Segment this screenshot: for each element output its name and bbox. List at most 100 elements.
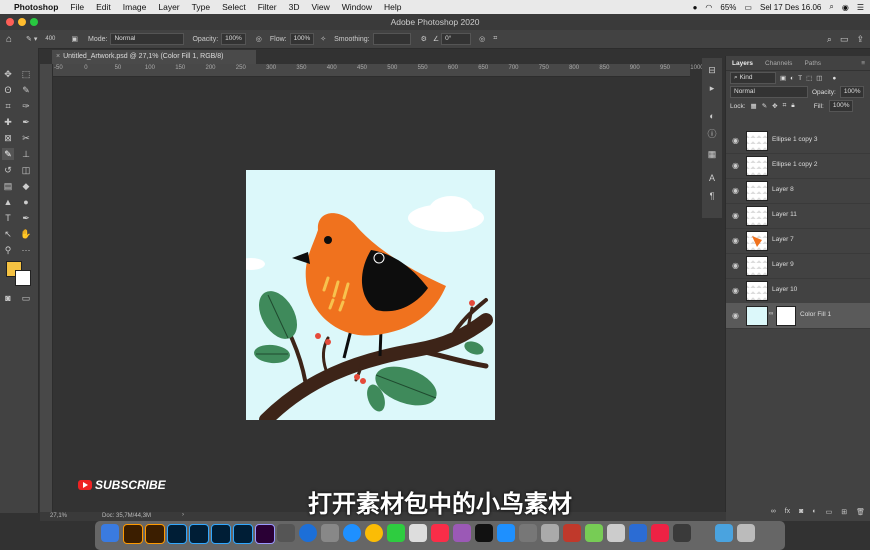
visibility-eye-icon[interactable]: ◉ bbox=[732, 286, 739, 295]
app-store-icon[interactable] bbox=[497, 524, 515, 542]
info-panel-icon[interactable]: ⓘ bbox=[706, 128, 718, 140]
path-select-icon[interactable]: ↖ bbox=[2, 228, 14, 240]
pressure-opacity-icon[interactable]: ◎ bbox=[256, 35, 262, 43]
hand-tool-icon[interactable]: ✋ bbox=[20, 228, 32, 240]
preview-icon[interactable] bbox=[607, 524, 625, 542]
search-icon[interactable]: ⌕ bbox=[829, 2, 833, 12]
filter-smart-icon[interactable]: ◫ bbox=[816, 74, 822, 82]
safari-icon[interactable] bbox=[343, 524, 361, 542]
photoshop-icon[interactable] bbox=[167, 524, 187, 544]
menu-layer[interactable]: Layer bbox=[158, 2, 179, 12]
healing-brush-icon[interactable]: ✚ bbox=[2, 116, 14, 128]
brush-preset-icon[interactable]: ✎ ▾ bbox=[26, 35, 37, 43]
lock-paint-icon[interactable]: ✎ bbox=[762, 102, 767, 110]
filter-type-icon[interactable]: T bbox=[798, 75, 802, 82]
wifi-icon[interactable]: ◠ bbox=[705, 3, 712, 12]
layer-style-icon[interactable]: fx bbox=[785, 508, 790, 521]
mail-icon[interactable] bbox=[629, 524, 647, 542]
visibility-eye-icon[interactable]: ◉ bbox=[732, 236, 739, 245]
visibility-eye-icon[interactable]: ◉ bbox=[732, 211, 739, 220]
system-preferences-icon[interactable] bbox=[519, 524, 537, 542]
filter-shape-icon[interactable]: ⬚ bbox=[806, 74, 812, 82]
swatches-panel-icon[interactable]: ▦ bbox=[706, 148, 718, 160]
delete-layer-icon[interactable]: 🗑︎ bbox=[856, 508, 865, 521]
creative-cloud-icon[interactable] bbox=[651, 524, 669, 542]
sharpen-icon[interactable]: ▲ bbox=[2, 196, 14, 208]
menu-view[interactable]: View bbox=[311, 2, 329, 12]
gradient-icon[interactable]: ▤ bbox=[2, 180, 14, 192]
angle-icon[interactable]: ∠ bbox=[433, 35, 439, 43]
airbrush-icon[interactable]: ✧ bbox=[320, 35, 326, 43]
brush-panel-icon[interactable]: ▣ bbox=[71, 35, 78, 43]
crop-tool-icon[interactable]: ⌗ bbox=[2, 100, 14, 112]
filter-pixel-icon[interactable]: ▣ bbox=[780, 74, 786, 82]
opacity-input[interactable]: 100% bbox=[221, 33, 246, 45]
layer-row[interactable]: ◉ Ellipse 1 copy 3 bbox=[726, 128, 870, 154]
clock[interactable]: Sel 17 Des 16.06 bbox=[760, 3, 821, 12]
menu-edit[interactable]: Edit bbox=[96, 2, 111, 12]
layer-filter-select[interactable]: ⌕ Kind bbox=[730, 72, 776, 84]
battery-percent[interactable]: 65% bbox=[720, 3, 736, 12]
menu-file[interactable]: File bbox=[70, 2, 84, 12]
frame-tool-icon[interactable]: ⊠ bbox=[2, 132, 14, 144]
brush-tool-icon[interactable]: ✎ bbox=[2, 148, 14, 160]
menu-3d[interactable]: 3D bbox=[289, 2, 300, 12]
settings-gear-icon[interactable]: ⚙ bbox=[421, 35, 427, 43]
chrome-icon[interactable] bbox=[365, 524, 383, 542]
pressure-size-icon[interactable]: ◎ bbox=[479, 35, 485, 43]
close-doc-icon[interactable]: × bbox=[56, 53, 60, 60]
smoothing-input[interactable] bbox=[372, 33, 411, 45]
layer-row[interactable]: ◉ Layer 10 bbox=[726, 278, 870, 304]
android-icon[interactable] bbox=[585, 524, 603, 542]
layer-row[interactable]: ◉ Layer 8 bbox=[726, 178, 870, 204]
layer-row[interactable]: ◉ Layer 11 bbox=[726, 203, 870, 229]
brush-size[interactable]: 400 bbox=[45, 36, 55, 42]
symmetry-icon[interactable]: ⌗ bbox=[493, 35, 497, 43]
type-tool-icon[interactable]: T bbox=[2, 212, 14, 224]
link-layers-icon[interactable]: ∞ bbox=[771, 508, 776, 521]
marquee-tool-icon[interactable]: ⬚ bbox=[20, 68, 32, 80]
eraser-icon[interactable]: ◫ bbox=[20, 164, 32, 176]
menu-app-name[interactable]: Photoshop bbox=[14, 2, 58, 12]
eyedropper-icon[interactable]: ✑ bbox=[20, 100, 32, 112]
patch-icon[interactable]: ✂ bbox=[20, 132, 32, 144]
filter-adjust-icon[interactable]: ◐ bbox=[790, 75, 794, 82]
menu-filter[interactable]: Filter bbox=[258, 2, 277, 12]
workspace-icon[interactable]: ▭ bbox=[840, 34, 849, 45]
siri-icon[interactable]: ◉ bbox=[842, 3, 849, 12]
doc-info[interactable]: Doc: 35,7M/44,3M bbox=[102, 513, 151, 519]
menu-window[interactable]: Window bbox=[342, 2, 372, 12]
podcasts-icon[interactable] bbox=[453, 524, 471, 542]
menu-image[interactable]: Image bbox=[123, 2, 147, 12]
history-brush-icon[interactable]: ↺ bbox=[2, 164, 14, 176]
apple-tv-icon[interactable] bbox=[475, 524, 493, 542]
share-icon[interactable]: ⇪ bbox=[856, 34, 864, 45]
tab-paths[interactable]: Paths bbox=[804, 60, 821, 67]
app-icon[interactable] bbox=[277, 524, 295, 542]
screen-mode-icon[interactable]: ▭ bbox=[20, 292, 32, 304]
photos-icon[interactable] bbox=[409, 524, 427, 542]
lightroom-icon[interactable] bbox=[211, 524, 231, 544]
utility-icon[interactable] bbox=[541, 524, 559, 542]
layer-opacity-input[interactable]: 100% bbox=[839, 86, 865, 98]
move-tool-icon[interactable]: ✥ bbox=[2, 68, 14, 80]
trash-icon[interactable] bbox=[737, 524, 755, 542]
zoom-level[interactable]: 27,1% bbox=[50, 513, 67, 519]
angle-input[interactable]: 0° bbox=[441, 33, 472, 45]
premiere-icon[interactable] bbox=[255, 524, 275, 544]
edge-icon[interactable] bbox=[299, 524, 317, 542]
paragraph-panel-icon[interactable]: ¶ bbox=[706, 190, 718, 202]
visibility-eye-icon[interactable]: ◉ bbox=[732, 261, 739, 270]
zoom-tool-icon[interactable]: ⚲ bbox=[2, 244, 14, 256]
layer-row-selected[interactable]: ◉ ∞ Color Fill 1 bbox=[726, 303, 870, 329]
lock-all-icon[interactable]: 🔒︎ bbox=[791, 102, 794, 110]
launchpad-icon[interactable] bbox=[321, 524, 339, 542]
lock-transparent-icon[interactable]: ▦ bbox=[751, 102, 757, 110]
panel-menu-icon[interactable]: ≡ bbox=[861, 60, 865, 67]
artwork-canvas[interactable] bbox=[246, 170, 495, 420]
layer-row[interactable]: ◉ Layer 9 bbox=[726, 253, 870, 279]
menu-select[interactable]: Select bbox=[222, 2, 246, 12]
blur-icon[interactable]: ◆ bbox=[20, 180, 32, 192]
photoshop-2-icon[interactable] bbox=[189, 524, 209, 544]
new-group-icon[interactable]: ▭ bbox=[826, 508, 833, 521]
